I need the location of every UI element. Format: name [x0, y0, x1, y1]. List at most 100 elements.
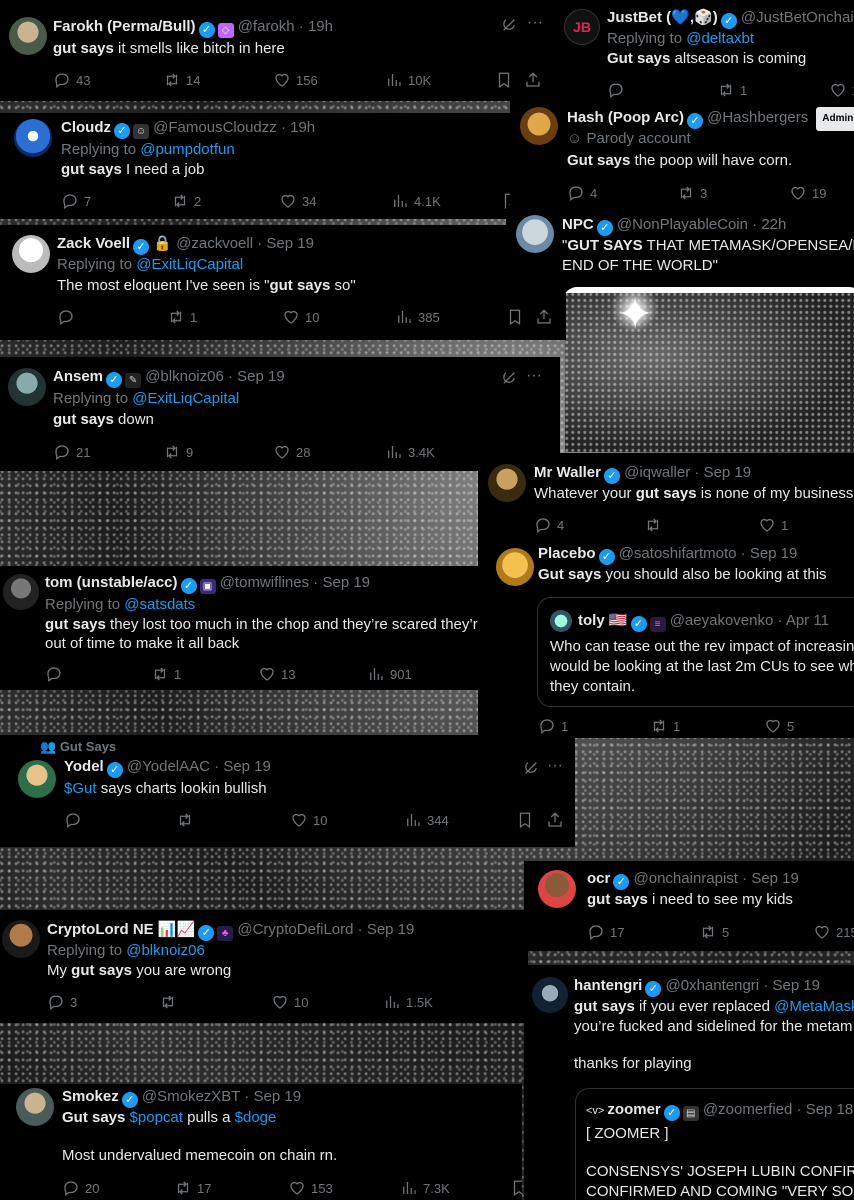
like-button[interactable]: 19	[789, 184, 826, 202]
retweet-button[interactable]	[644, 516, 667, 534]
avatar[interactable]	[516, 215, 554, 253]
avatar[interactable]	[488, 464, 526, 502]
reply-mention-link[interactable]: @pumpdotfun	[140, 141, 234, 158]
avatar[interactable]	[520, 107, 558, 145]
tweet-ansem[interactable]: Ansem ✓ ✎ @blknoiz06 · Sep 19 ··· Replying…	[0, 357, 560, 471]
avatar[interactable]	[16, 1088, 54, 1126]
author-name[interactable]: Cloudz	[61, 119, 111, 136]
views-button[interactable]: 7.3K	[400, 1179, 450, 1197]
media-image-top[interactable]	[563, 287, 854, 293]
tweet-cloudz[interactable]: Cloudz ✓ ☺ @FamousCloudzz · 19h Replying t…	[0, 113, 522, 219]
author-name[interactable]: CryptoLord NE 📊📈	[47, 921, 195, 938]
author-name[interactable]: Placebo	[538, 545, 596, 562]
share-button[interactable]	[535, 308, 558, 326]
timestamp[interactable]: Sep 19	[751, 870, 799, 887]
mention-link[interactable]: @MetaMask	[774, 998, 854, 1015]
like-button[interactable]: 5	[764, 717, 794, 735]
author-name[interactable]: ocr	[587, 870, 610, 887]
reply-button[interactable]: 3	[47, 993, 77, 1011]
quoted-tweet-zoomer[interactable]: <v> zoomer ✓ ▤ @zoomerfied · Sep 18 [ ZOOM…	[575, 1088, 854, 1200]
tweet-waller[interactable]: Mr Waller ✓ @iqwaller · Sep 19 Whatever y…	[478, 453, 854, 543]
retweet-button[interactable]: 1	[151, 665, 181, 683]
author-name[interactable]: JustBet (💙,🎲)	[607, 9, 718, 26]
author-handle[interactable]: @YodelAAC	[127, 758, 210, 775]
timestamp[interactable]: Sep 19	[223, 758, 271, 775]
author-name[interactable]: Yodel	[64, 758, 104, 775]
author-handle[interactable]: @zoomerfied	[703, 1101, 792, 1118]
retweet-button[interactable]	[176, 811, 199, 829]
tweet-zack[interactable]: Zack Voell ✓ 🔒 @zackvoell · Sep 19 Replyi…	[0, 225, 566, 340]
retweet-button[interactable]: 1	[717, 81, 747, 99]
avatar[interactable]	[2, 920, 40, 958]
quoted-tweet-toly[interactable]: toly 🇺🇸 ✓ ≡ @aeyakovenko · Apr 11 Who can …	[537, 597, 854, 707]
author-handle[interactable]: @JustBetOnchain	[741, 9, 854, 26]
like-button[interactable]: 1	[758, 516, 788, 534]
timestamp[interactable]: Sep 19	[704, 464, 752, 481]
retweet-button[interactable]: 2	[171, 192, 201, 210]
like-button[interactable]: 215	[813, 923, 854, 941]
like-button[interactable]: 153	[288, 1179, 333, 1197]
timestamp[interactable]: Apr 11	[786, 612, 829, 629]
author-name[interactable]: Ansem	[53, 368, 103, 385]
cashtag-link[interactable]: $popcat	[130, 1109, 183, 1126]
tweet-tom[interactable]: tom (unstable/acc) ✓ ▣ @tomwiflines · Sep …	[0, 566, 478, 690]
reply-button[interactable]	[57, 308, 80, 326]
tweet-justbet[interactable]: JB JustBet (💙,🎲) ✓ @JustBetOnchain Replyi…	[558, 0, 854, 101]
grok-icon[interactable]	[500, 16, 518, 35]
timestamp[interactable]: 19h	[290, 119, 315, 136]
author-handle[interactable]: @aeyakovenko	[670, 612, 774, 629]
like-button[interactable]: 10	[290, 811, 327, 829]
author-handle[interactable]: @Hashbergers	[707, 109, 808, 126]
author-name[interactable]: zoomer	[607, 1101, 660, 1118]
timestamp[interactable]: Sep 19	[254, 1088, 302, 1105]
tweet-farokh[interactable]: Farokh (Perma/Bull) ✓ ◇ @farokh · 19h ··· …	[0, 0, 558, 101]
bookmark-button[interactable]	[516, 811, 539, 829]
avatar[interactable]	[3, 574, 39, 610]
avatar[interactable]	[12, 235, 50, 273]
more-icon[interactable]: ···	[526, 367, 542, 385]
timestamp[interactable]: Sep 19	[772, 977, 820, 994]
views-button[interactable]: 344	[404, 811, 449, 829]
tweet-smokez[interactable]: Smokez ✓ @SmokezXBT · Sep 19 Gut says $po…	[0, 1084, 522, 1200]
retweet-button[interactable]: 17	[174, 1179, 211, 1197]
author-handle[interactable]: @tomwiflines	[220, 574, 309, 591]
like-button[interactable]: 28	[273, 443, 310, 461]
views-button[interactable]: 385	[395, 308, 440, 326]
author-handle[interactable]: @onchainrapist	[634, 870, 738, 887]
tweet-hash[interactable]: Hash (Poop Arc) ✓ @Hashbergers Admin ☺ Par…	[510, 101, 854, 205]
author-name[interactable]: Hash (Poop Arc)	[567, 109, 684, 126]
timestamp[interactable]: Sep 19	[237, 368, 285, 385]
reply-button[interactable]: 43	[53, 71, 90, 89]
avatar[interactable]	[14, 119, 52, 157]
retweet-button[interactable]: 1	[650, 717, 680, 735]
retweet-button[interactable]: 5	[699, 923, 729, 941]
cashtag-link-2[interactable]: $doge	[235, 1109, 277, 1126]
views-button[interactable]: 3.4K	[385, 443, 435, 461]
share-button[interactable]	[546, 811, 569, 829]
reply-button[interactable]: 17	[587, 923, 624, 941]
like-button[interactable]: 34	[279, 192, 316, 210]
avatar[interactable]	[496, 548, 534, 586]
author-name[interactable]: NPC	[562, 216, 594, 233]
grok-icon[interactable]	[522, 759, 540, 778]
timestamp[interactable]: Sep 19	[367, 921, 415, 938]
avatar[interactable]	[532, 977, 568, 1013]
author-handle[interactable]: @iqwaller	[624, 464, 690, 481]
avatar[interactable]	[538, 870, 576, 908]
author-name[interactable]: toly 🇺🇸	[578, 612, 628, 629]
author-handle[interactable]: @0xhantengri	[666, 977, 760, 994]
retweet-button[interactable]	[159, 993, 182, 1011]
author-handle[interactable]: @blknoiz06	[145, 368, 224, 385]
timestamp[interactable]: 22h	[761, 216, 786, 233]
retweet-button[interactable]: 9	[163, 443, 193, 461]
reply-button[interactable]: 1	[538, 717, 568, 735]
reply-button[interactable]: 4	[567, 184, 597, 202]
author-handle[interactable]: @SmokezXBT	[142, 1088, 240, 1105]
reply-button[interactable]	[64, 811, 87, 829]
reply-button[interactable]	[607, 81, 630, 99]
retweet-button[interactable]: 1	[167, 308, 197, 326]
views-button[interactable]: 4.1K	[391, 192, 441, 210]
avatar[interactable]: JB	[564, 9, 600, 45]
reply-mention-link[interactable]: @blknoiz06	[126, 942, 205, 959]
views-button[interactable]: 901	[367, 665, 412, 683]
